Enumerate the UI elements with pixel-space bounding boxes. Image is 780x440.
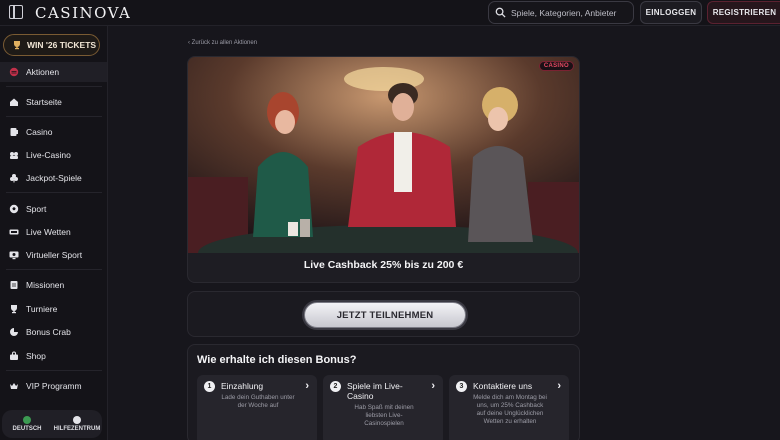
sidebar-item-bonus-crab[interactable]: Bonus Crab	[0, 322, 107, 342]
sidebar: WIN '26 TICKETS Aktionen Startseite Casi…	[0, 26, 108, 440]
step-number: 1	[204, 381, 215, 392]
casino-icon	[10, 128, 18, 136]
logo[interactable]: CASINOVA	[35, 4, 131, 22]
chevron-right-icon: ›	[431, 380, 435, 392]
sidebar-item-label: Jackpot-Spiele	[26, 173, 82, 183]
sidebar-item-aktionen[interactable]: Aktionen	[0, 62, 107, 82]
sidebar-item-label: Missionen	[26, 280, 65, 290]
sidebar-item-startseite[interactable]: Startseite	[0, 92, 107, 112]
back-link[interactable]: ‹ Zurück zu allen Aktionen	[188, 40, 257, 46]
sidebar-divider	[6, 116, 102, 117]
search-box[interactable]	[488, 1, 634, 24]
sidebar-item-jackpot[interactable]: Jackpot-Spiele	[0, 168, 107, 188]
sidebar-item-live-casino[interactable]: Live-Casino	[0, 145, 107, 165]
soccer-ball-icon	[9, 204, 19, 214]
sidebar-item-vip[interactable]: VIP Programm	[0, 376, 107, 396]
sidebar-item-label: Live-Casino	[26, 150, 71, 160]
step-description: Lade dein Guthaben unter der Woche auf	[221, 394, 295, 409]
login-button[interactable]: EINLOGGEN	[640, 1, 702, 24]
missions-icon	[10, 281, 18, 289]
sidebar-item-label: Shop	[26, 351, 46, 361]
step-title: Einzahlung	[221, 381, 264, 391]
virtual-sport-icon	[9, 251, 19, 260]
sidebar-item-label: Bonus Crab	[26, 327, 71, 337]
sidebar-toggle-icon[interactable]	[9, 5, 23, 19]
sidebar-item-missionen[interactable]: Missionen	[0, 275, 107, 295]
language-label: DEUTSCH	[12, 426, 42, 432]
help-icon	[73, 416, 81, 424]
promo-title: Live Cashback 25% bis zu 200 €	[303, 259, 464, 271]
sidebar-item-label: Aktionen	[26, 67, 60, 77]
sidebar-item-virtueller-sport[interactable]: Virtueller Sport	[0, 245, 107, 265]
trophy-icon	[11, 305, 17, 314]
step-description: Melde dich am Montag bei uns, um 25% Cas…	[473, 394, 547, 425]
promotions-icon	[9, 67, 19, 77]
vip-icon	[10, 383, 18, 389]
register-button[interactable]: REGISTRIEREN	[707, 1, 780, 24]
search-input[interactable]	[511, 7, 631, 18]
globe-icon	[23, 416, 31, 424]
promo-card: CASINO Live Cashback 25% bis zu 200 €	[187, 56, 580, 283]
sidebar-item-label: VIP Programm	[26, 381, 82, 391]
how-it-works-title: Wie erhalte ich diesen Bonus?	[197, 354, 357, 366]
step-title: Spiele im Live-Casino	[347, 381, 403, 401]
live-casino-icon	[10, 152, 18, 159]
live-bets-icon	[9, 229, 19, 235]
shop-icon	[10, 351, 18, 360]
sidebar-divider	[6, 269, 102, 270]
sidebar-item-label: Startseite	[26, 97, 62, 107]
sidebar-item-label: Virtueller Sport	[26, 250, 83, 260]
sidebar-item-label: Turniere	[26, 304, 58, 314]
home-icon	[10, 98, 18, 106]
how-it-works-card: Wie erhalte ich diesen Bonus? 1 Einzahlu…	[187, 344, 580, 440]
crab-icon	[10, 328, 18, 336]
chevron-right-icon: ›	[305, 380, 309, 392]
help-center-button[interactable]: HILFEZENTRUM	[52, 410, 102, 438]
join-now-button[interactable]: JETZT TEILNEHMEN	[304, 302, 466, 328]
sidebar-divider	[6, 370, 102, 371]
promo-banner-image	[188, 57, 579, 253]
sidebar-divider	[6, 192, 102, 193]
sidebar-item-shop[interactable]: Shop	[0, 346, 107, 366]
language-button[interactable]: DEUTSCH	[2, 410, 52, 438]
sidebar-item-label: Live Wetten	[26, 227, 71, 237]
cta-card: JETZT TEILNEHMEN	[187, 291, 580, 337]
chevron-right-icon: ›	[557, 380, 561, 392]
tickets-label: WIN '26 TICKETS	[27, 40, 97, 50]
step-card[interactable]: 1 Einzahlung › Lade dein Guthaben unter …	[197, 375, 317, 440]
jackpot-icon	[10, 174, 18, 183]
sidebar-item-sport[interactable]: Sport	[0, 199, 107, 219]
sidebar-divider	[6, 86, 102, 87]
sidebar-item-casino[interactable]: Casino	[0, 122, 107, 142]
back-link-label: Zurück zu allen Aktionen	[191, 40, 258, 46]
step-number: 2	[330, 381, 341, 392]
tickets-button[interactable]: WIN '26 TICKETS	[3, 34, 100, 56]
sidebar-item-label: Sport	[26, 204, 47, 214]
top-bar: CASINOVA EINLOGGEN REGISTRIEREN	[0, 0, 780, 26]
sidebar-item-label: Casino	[26, 127, 53, 137]
step-card[interactable]: 2 Spiele im Live-Casino › Hab Spaß mit d…	[323, 375, 443, 440]
step-description: Hab Spaß mit deinen liebsten Live-Casino…	[354, 404, 414, 427]
category-badge: CASINO	[538, 61, 574, 71]
search-icon	[495, 7, 506, 18]
step-card[interactable]: 3 Kontaktiere uns › Melde dich am Montag…	[449, 375, 569, 440]
help-label: HILFEZENTRUM	[53, 426, 101, 432]
step-number: 3	[456, 381, 467, 392]
sidebar-item-turniere[interactable]: Turniere	[0, 299, 107, 319]
sidebar-item-live-wetten[interactable]: Live Wetten	[0, 222, 107, 242]
trophy-icon	[14, 41, 20, 50]
sidebar-footer: DEUTSCH HILFEZENTRUM	[2, 410, 102, 438]
step-title: Kontaktiere uns	[473, 381, 533, 391]
